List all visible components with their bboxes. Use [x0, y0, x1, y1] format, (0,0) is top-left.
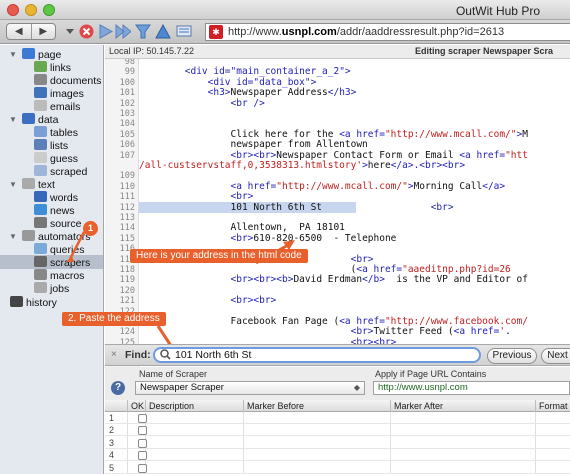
row-number: 4 — [109, 450, 115, 461]
scraper-name-value: Newspaper Scraper — [140, 382, 224, 393]
table-row[interactable]: 5 — [105, 462, 570, 474]
grid-header: OK Description Marker Before Marker Afte… — [105, 400, 570, 412]
find-value: 101 North 6th St — [175, 349, 252, 361]
table-row[interactable]: 1 — [105, 412, 570, 424]
find-label: Find: — [125, 349, 151, 361]
previous-button[interactable]: Previous — [487, 348, 537, 364]
ok-checkbox[interactable] — [138, 426, 147, 436]
address-callout: Here is your address in the html code — [130, 249, 308, 263]
search-icon — [160, 349, 171, 364]
close-find-icon[interactable]: × — [111, 349, 117, 360]
help-icon[interactable]: ? — [111, 381, 125, 395]
col-marker-after[interactable]: Marker After — [390, 400, 535, 412]
row-number: 1 — [109, 413, 115, 423]
row-number: 2 — [109, 425, 115, 436]
table-row[interactable]: 4 — [105, 449, 570, 462]
select-arrows-icon: ◆ — [353, 383, 360, 392]
paste-address-callout: 2. Paste the address — [62, 312, 166, 326]
row-number: 3 — [109, 437, 115, 448]
scraper-grid: OK Description Marker Before Marker Afte… — [105, 400, 570, 474]
col-description[interactable]: Description — [145, 400, 243, 412]
col-marker-before[interactable]: Marker Before — [243, 400, 390, 412]
find-input[interactable]: 101 North 6th St — [153, 347, 481, 363]
apply-url-label: Apply if Page URL Contains — [375, 369, 487, 379]
row-number: 5 — [109, 462, 115, 473]
table-row[interactable]: 3 — [105, 437, 570, 449]
col-format[interactable]: Format — [535, 400, 570, 412]
ok-checkbox[interactable] — [138, 463, 147, 473]
find-bar: × Find: 101 North 6th St Previous Next — [105, 344, 570, 366]
apply-url-input[interactable]: http://www.usnpl.com — [373, 381, 570, 395]
col-ok[interactable]: OK — [127, 400, 145, 412]
ok-checkbox[interactable] — [138, 438, 147, 448]
scraper-name-select[interactable]: Newspaper Scraper ◆ — [135, 381, 365, 395]
ok-checkbox[interactable] — [138, 451, 147, 461]
scraper-name-label: Name of Scraper — [139, 369, 208, 379]
next-button[interactable]: Next — [541, 348, 570, 364]
scraper-editor: ? Name of Scraper Newspaper Scraper ◆ Ap… — [105, 367, 570, 474]
table-row[interactable]: 2 — [105, 424, 570, 437]
ok-checkbox[interactable] — [138, 414, 147, 423]
